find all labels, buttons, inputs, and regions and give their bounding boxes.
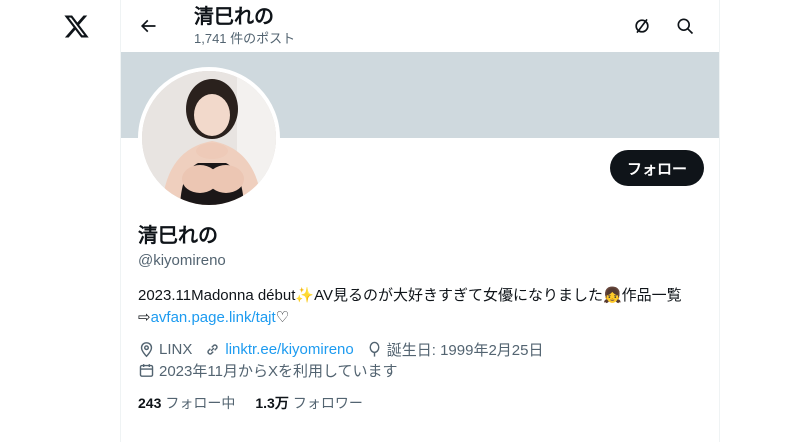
back-arrow-icon [140,19,156,33]
page-title: 清巳れの [194,6,274,28]
followers-label: フォロワー [292,395,363,411]
website-item[interactable]: linktr.ee/kiyomireno [204,341,354,358]
birthday-text: 誕生日: 1999年2月25日 [386,342,544,359]
website-link[interactable]: linktr.ee/kiyomireno [225,341,353,358]
profile-column: 清巳れの 1,741 件のポスト フォロー 清巳れの @kiyomireno 2… [120,0,720,442]
top-bar: 清巳れの 1,741 件のポスト [121,0,719,52]
location-text: LINX [159,341,193,358]
girl-emoji: 👧 [602,287,622,304]
follow-button[interactable]: フォロー [610,150,704,186]
search-icon [677,18,694,35]
location-item: LINX [138,341,192,358]
header-title-block: 清巳れの 1,741 件のポスト [194,5,295,47]
following-stat[interactable]: 243 フォロー中 [138,393,235,413]
post-count: 1,741 件のポスト [194,31,296,46]
link-icon [207,344,219,355]
avatar[interactable] [138,67,280,209]
bio-text: AV見るのが大好きすぎて女優になりました [314,287,603,304]
handle: @kiyomireno [138,252,226,269]
joined-item: 2023年11月からXを利用しています [138,360,398,381]
following-label: フォロー中 [165,395,236,411]
notify-button[interactable] [629,13,655,39]
profile-meta-row: LINX linktr.ee/kiyomireno 誕生日: 1999年2月25… [138,339,555,360]
balloon-icon [369,341,380,357]
bio-link[interactable]: avfan.page.link/tajt [151,309,276,326]
joined-text: 2023年11月からXを利用しています [159,363,398,380]
left-rail [0,0,120,442]
joined-row: 2023年11月からXを利用しています [138,360,410,381]
followers-stat[interactable]: 1.3万 フォロワー [255,393,362,413]
sparkles-emoji: ✨ [295,287,315,304]
heart-glyph: ♡ [275,309,290,326]
location-icon [140,342,153,358]
follow-stats: 243 フォロー中 1.3万 フォロワー [138,393,383,413]
x-logo-icon[interactable] [63,13,90,40]
following-count: 243 [138,395,162,411]
no-notification-icon [635,18,649,34]
followers-count: 1.3万 [255,395,289,411]
bio-text: 2023.11Madonna début [138,287,296,304]
back-button[interactable] [135,13,161,39]
arrow-glyph: ⇨ [138,309,151,326]
search-button[interactable] [672,13,698,39]
bio-text: 作品一覧 [621,287,682,304]
birthday-item: 誕生日: 1999年2月25日 [366,339,544,360]
display-name: 清巳れの [138,225,218,247]
calendar-icon [139,364,154,377]
bio: 2023.11Madonna début✨AV見るのが大好きすぎて女優になりまし… [138,285,708,329]
